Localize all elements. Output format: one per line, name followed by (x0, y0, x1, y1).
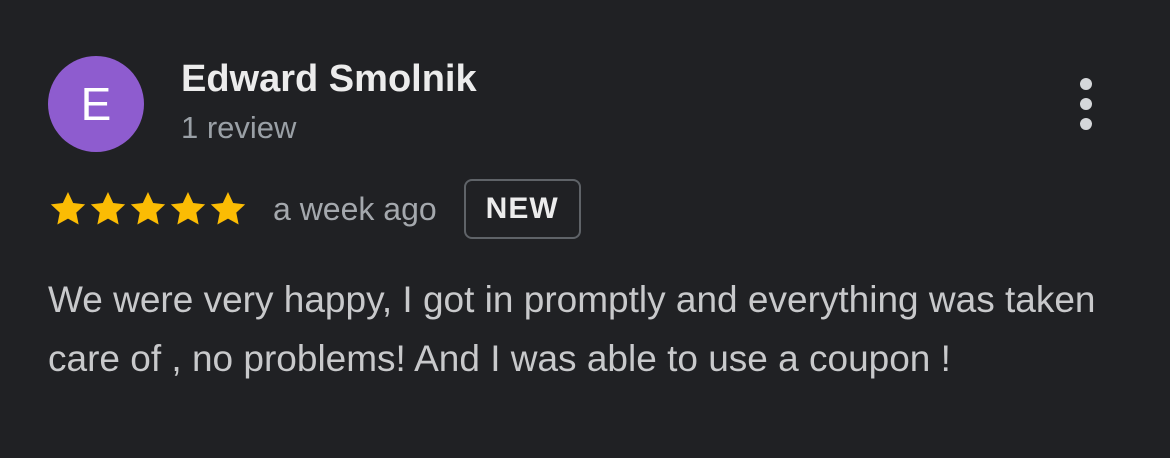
review-count: 1 review (181, 110, 297, 145)
star-icon (90, 192, 126, 225)
more-options-button[interactable] (1066, 76, 1106, 132)
more-vert-icon (1080, 78, 1092, 130)
review-card: E Edward Smolnik 1 review a week ago NEW… (0, 0, 1170, 458)
star-icon (170, 192, 206, 225)
star-icon (210, 192, 246, 225)
author-name[interactable]: Edward Smolnik (181, 58, 477, 101)
review-text: We were very happy, I got in promptly an… (48, 279, 1096, 379)
star-icon (50, 192, 86, 225)
review-date: a week ago (273, 190, 437, 227)
avatar[interactable]: E (48, 56, 144, 152)
avatar-initial: E (80, 78, 112, 130)
star-icon (130, 192, 166, 225)
rating-row: a week ago NEW (48, 177, 581, 241)
star-rating (48, 189, 248, 229)
new-badge: NEW (463, 179, 581, 239)
